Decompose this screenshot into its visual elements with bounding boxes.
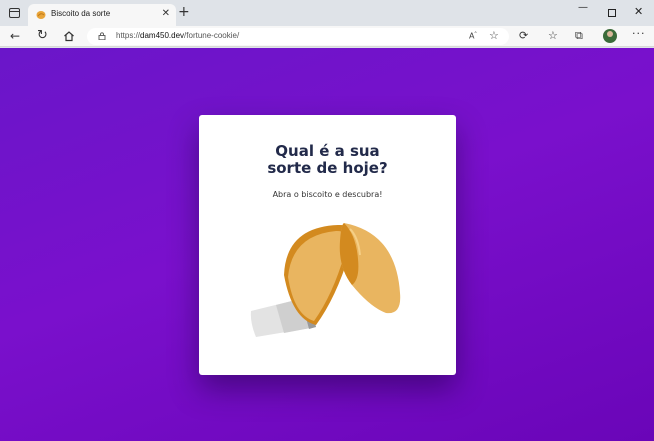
collections-icon[interactable]: ⧉ (575, 29, 583, 42)
close-window-button[interactable]: ✕ (634, 5, 643, 18)
new-tab-button[interactable]: + (178, 5, 190, 19)
extensions-icon[interactable]: ⟳ (519, 29, 528, 42)
minimize-button[interactable]: — (578, 2, 588, 13)
back-icon[interactable]: ← (10, 28, 20, 44)
add-favorite-icon[interactable]: ☆ (489, 29, 499, 42)
fortune-card: Qual é a sua sorte de hoje? Abra o bisco… (199, 115, 456, 375)
profile-avatar[interactable] (603, 29, 617, 43)
browser-toolbar: ← ↻ https://dam450.dev/fortune-cookie/ A… (0, 26, 654, 47)
lock-icon[interactable] (98, 32, 106, 40)
cookie-right-half (339, 223, 401, 314)
page-subtitle: Abra o biscoito e descubra! (272, 190, 383, 199)
maximize-button[interactable] (608, 9, 616, 17)
cookie-favicon-icon (36, 11, 46, 19)
reload-icon[interactable]: ↻ (37, 28, 48, 44)
page-title-text: Qual é a sua sorte de hoje? (267, 142, 388, 177)
url-text[interactable]: https://dam450.dev/fortune-cookie/ (116, 31, 239, 40)
address-bar[interactable]: https://dam450.dev/fortune-cookie/ Aᴬ ☆ (87, 28, 509, 45)
favorites-icon[interactable]: ☆ (548, 29, 558, 42)
url-path: /fortune-cookie/ (184, 31, 240, 40)
tab-close-icon[interactable]: ✕ (162, 8, 170, 20)
fortune-cookie-image[interactable] (246, 215, 406, 345)
window-menu-icon[interactable] (9, 8, 20, 18)
page-background: Qual é a sua sorte de hoje? Abra o bisco… (0, 48, 654, 441)
page-title: Qual é a sua sorte de hoje? (199, 143, 456, 177)
home-icon[interactable] (63, 30, 75, 42)
tab-strip: Biscoito da sorte ✕ + — ✕ (0, 0, 654, 26)
tab-title: Biscoito da sorte (51, 9, 111, 18)
read-aloud-icon[interactable]: Aᴬ (469, 31, 477, 41)
tab-fortune-cookie[interactable]: Biscoito da sorte ✕ (28, 4, 176, 26)
more-icon[interactable]: ··· (632, 27, 646, 40)
url-host: dam450.dev (140, 31, 185, 40)
url-scheme: https:// (116, 31, 141, 40)
